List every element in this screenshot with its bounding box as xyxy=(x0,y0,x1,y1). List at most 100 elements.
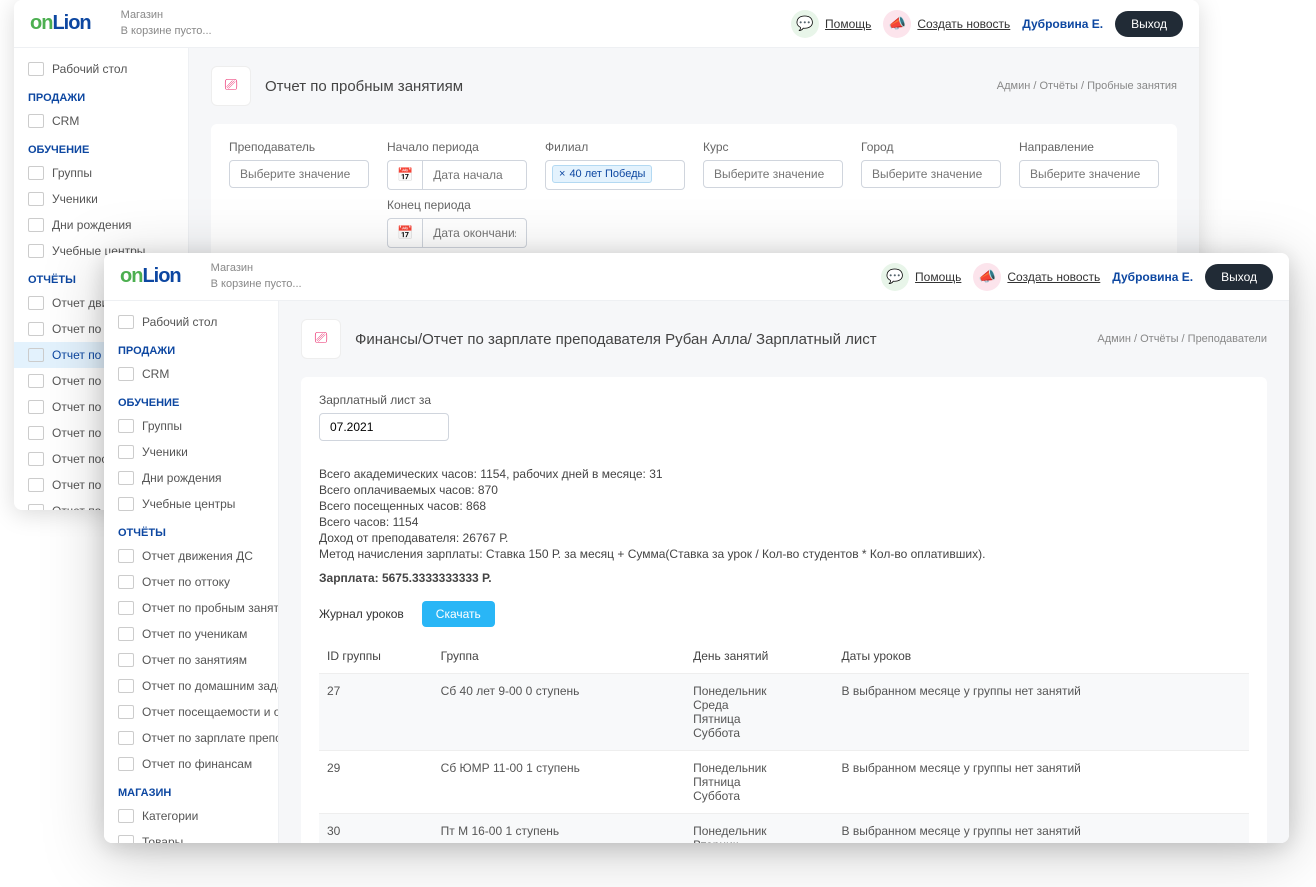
sidebar-item-desktop[interactable]: Рабочий стол xyxy=(14,56,188,82)
breadcrumb: Админ / Отчёты / Пробные занятия xyxy=(997,80,1177,92)
sidebar-item-goods[interactable]: Товары xyxy=(104,829,278,843)
sidebar-item-report[interactable]: Отчет по домашним заданиям xyxy=(104,673,278,699)
sidebar-item-report[interactable]: Отчет по занятиям xyxy=(104,647,278,673)
sidebar-section-shop: МАГАЗИН xyxy=(104,777,278,803)
help-link[interactable]: 💬Помощь xyxy=(881,263,961,291)
label-lesson-log: Журнал уроков xyxy=(319,607,404,621)
doc-icon xyxy=(118,679,134,693)
doc-icon xyxy=(28,478,44,492)
sidebar-item-report[interactable]: Отчет движения ДС xyxy=(104,543,278,569)
folder-icon xyxy=(118,419,134,433)
branch-multiselect[interactable]: ×40 лет Победы xyxy=(545,160,685,190)
user-name[interactable]: Дубровина Е. xyxy=(1022,17,1103,31)
page-title: Отчет по пробным занятиям xyxy=(265,78,463,95)
breadcrumb-link[interactable]: Отчёты xyxy=(1040,80,1078,92)
header-store-info: Магазин В корзине пусто... xyxy=(211,261,302,292)
sidebar-item-label: Отчет по п xyxy=(52,348,111,362)
header-store-info: Магазин В корзине пусто... xyxy=(121,8,212,39)
sidebar-item-groups[interactable]: Группы xyxy=(104,413,278,439)
sidebar-item-desktop[interactable]: Рабочий стол xyxy=(104,309,278,335)
cell-dates: В выбранном месяце у группы нет занятий xyxy=(833,814,1249,844)
cell-days: ПонедельникВторникЧетвергПятницаСуббота xyxy=(685,814,833,844)
period-input[interactable] xyxy=(319,413,449,441)
breadcrumb: Админ / Отчёты / Преподаватели xyxy=(1097,333,1267,345)
download-button[interactable]: Скачать xyxy=(422,601,495,627)
window-salary-report: onLion Магазин В корзине пусто... 💬Помощ… xyxy=(104,253,1289,843)
label-period-end: Конец периода xyxy=(387,198,527,212)
create-news-link[interactable]: 📣Создать новость xyxy=(973,263,1100,291)
breadcrumb-current: Пробные занятия xyxy=(1087,80,1177,92)
sidebar-item-groups[interactable]: Группы xyxy=(14,160,188,186)
doc-icon xyxy=(118,731,134,745)
calendar-icon[interactable]: 📅 xyxy=(387,160,422,190)
sidebar-section-reports: ОТЧЁТЫ xyxy=(104,517,278,543)
label-course: Курс xyxy=(703,140,843,154)
sidebar-item-students[interactable]: Ученики xyxy=(14,186,188,212)
sidebar-item-report[interactable]: Отчет по пробным занятиям xyxy=(104,595,278,621)
tag-remove-icon[interactable]: × xyxy=(559,168,565,180)
user-name[interactable]: Дубровина Е. xyxy=(1112,270,1193,284)
sidebar-item-report[interactable]: Отчет по ученикам xyxy=(104,621,278,647)
sidebar-item-report[interactable]: Отчет по финансам xyxy=(104,751,278,777)
stat-line: Метод начисления зарплаты: Ставка 150 Р.… xyxy=(319,547,1249,561)
sidebar-item-label: Рабочий стол xyxy=(142,315,217,329)
doc-icon xyxy=(28,426,44,440)
sidebar-item-label: Рабочий стол xyxy=(52,62,127,76)
main-content: ⎚ Финансы/Отчет по зарплате преподавател… xyxy=(279,301,1289,843)
sidebar-item-label: Отчет по оттоку xyxy=(142,575,230,589)
sidebar-item-birthdays[interactable]: Дни рождения xyxy=(104,465,278,491)
sidebar-item-report[interactable]: Отчет по зарплате преподавателя xyxy=(104,725,278,751)
label-branch: Филиал xyxy=(545,140,685,154)
cart-empty: В корзине пусто... xyxy=(121,24,212,39)
stat-line: Всего часов: 1154 xyxy=(319,515,1249,529)
sidebar-item-crm[interactable]: CRM xyxy=(104,361,278,387)
help-link[interactable]: 💬Помощь xyxy=(791,10,871,38)
direction-select[interactable] xyxy=(1019,160,1159,188)
stat-line: Всего посещенных часов: 868 xyxy=(319,499,1249,513)
cell-id: 29 xyxy=(319,751,433,814)
sidebar-item-centers[interactable]: Учебные центры xyxy=(104,491,278,517)
salary-stats: Всего академических часов: 1154, рабочих… xyxy=(319,467,1249,585)
megaphone-icon: 📣 xyxy=(883,10,911,38)
folder-icon xyxy=(28,244,44,258)
page-title: Финансы/Отчет по зарплате преподавателя … xyxy=(355,331,877,348)
header: onLion Магазин В корзине пусто... 💬Помощ… xyxy=(104,253,1289,301)
chat-icon: 💬 xyxy=(791,10,819,38)
city-select[interactable] xyxy=(861,160,1001,188)
sidebar-item-report[interactable]: Отчет посещаемости и оплат xyxy=(104,699,278,725)
breadcrumb-link[interactable]: Админ xyxy=(997,80,1031,92)
breadcrumb-link[interactable]: Отчёты xyxy=(1140,333,1178,345)
sidebar-item-label: CRM xyxy=(52,114,79,128)
sidebar-item-birthdays[interactable]: Дни рождения xyxy=(14,212,188,238)
sidebar-section-sales: ПРОДАЖИ xyxy=(14,82,188,108)
header: onLion Магазин В корзине пусто... 💬Помощ… xyxy=(14,0,1199,48)
sidebar-section-education: ОБУЧЕНИЕ xyxy=(104,387,278,413)
sidebar-item-students[interactable]: Ученики xyxy=(104,439,278,465)
breadcrumb-link[interactable]: Админ xyxy=(1097,333,1131,345)
folder-icon xyxy=(28,166,44,180)
create-news-link[interactable]: 📣Создать новость xyxy=(883,10,1010,38)
th-group: Группа xyxy=(433,639,685,674)
calendar-icon[interactable]: 📅 xyxy=(387,218,422,248)
sidebar-item-label: Группы xyxy=(142,419,182,433)
exit-button[interactable]: Выход xyxy=(1205,264,1273,290)
exit-button[interactable]: Выход xyxy=(1115,11,1183,37)
sidebar-item-label: Отчет по домашним заданиям xyxy=(142,679,278,693)
th-day: День занятий xyxy=(685,639,833,674)
doc-icon xyxy=(28,348,44,362)
sidebar-item-label: Отчет по о xyxy=(52,322,111,336)
person-icon xyxy=(28,114,44,128)
sidebar-item-categories[interactable]: Категории xyxy=(104,803,278,829)
folder-icon xyxy=(118,497,134,511)
stat-line: Всего оплачиваемых часов: 870 xyxy=(319,483,1249,497)
date-start-input[interactable] xyxy=(422,160,527,190)
sidebar-item-crm[interactable]: CRM xyxy=(14,108,188,134)
store-label: Магазин xyxy=(121,8,212,23)
date-end-input[interactable] xyxy=(422,218,527,248)
sidebar-item-label: Отчет движения ДС xyxy=(142,549,253,563)
sidebar-item-label: Категории xyxy=(142,809,198,823)
teacher-select[interactable] xyxy=(229,160,369,188)
sidebar-item-report[interactable]: Отчет по оттоку xyxy=(104,569,278,595)
course-select[interactable] xyxy=(703,160,843,188)
cell-id: 27 xyxy=(319,674,433,751)
